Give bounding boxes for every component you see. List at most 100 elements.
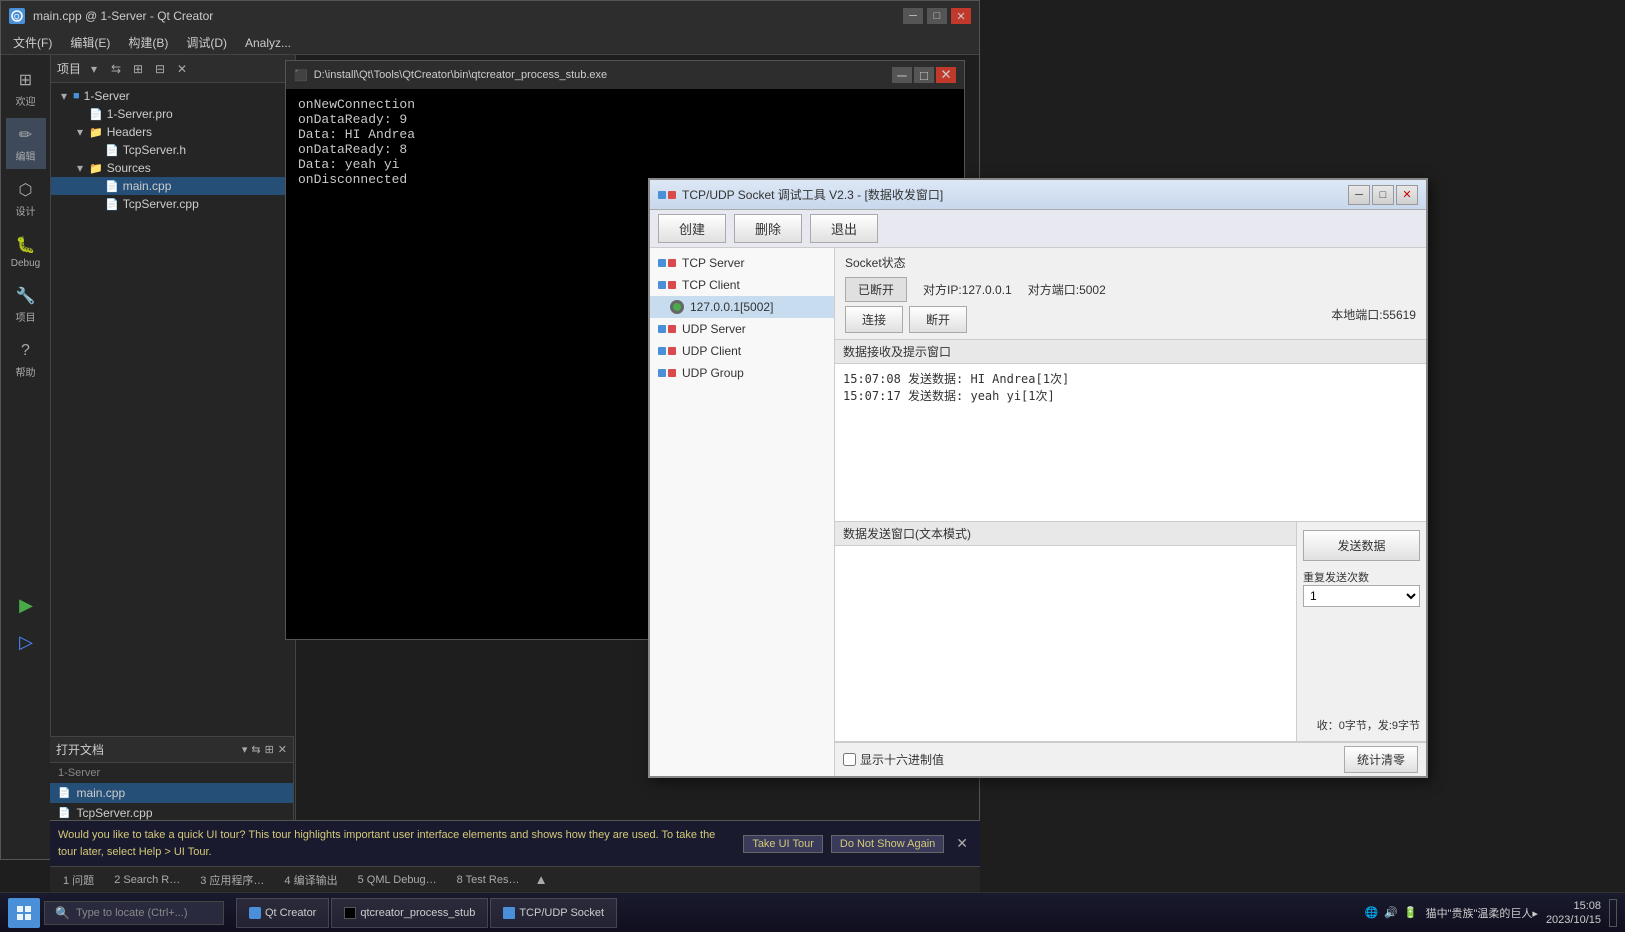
start-button[interactable] <box>8 898 40 928</box>
menu-build[interactable]: 构建(B) <box>120 32 176 53</box>
taskbar-right: 🌐 🔊 🔋 猫中"贵族"温柔的巨人▸ 15:08 2023/10/15 <box>1364 899 1617 927</box>
sidebar-item-debug[interactable]: 🐛 Debug <box>6 228 46 275</box>
sidebar-item-edit[interactable]: ✏ 编辑 <box>6 118 46 169</box>
sidebar-item-help[interactable]: ? 帮助 <box>6 334 46 385</box>
tcp-maximize-button[interactable]: □ <box>1372 185 1394 205</box>
clear-stats-button[interactable]: 统计清零 <box>1344 746 1418 773</box>
socket-status-panel: Socket状态 已断开 对方IP:127.0.0.1 对方端口:5002 连接… <box>835 248 1426 340</box>
socket-status-title: Socket状态 <box>845 254 1416 271</box>
sidebar-label-welcome: 欢迎 <box>16 93 36 108</box>
terminal-minimize[interactable]: ─ <box>892 67 912 83</box>
terminal-maximize[interactable]: □ <box>914 67 934 83</box>
taskbar-app-qt[interactable]: Qt Creator <box>236 898 329 928</box>
tab-issues[interactable]: 1 问题 <box>54 869 103 891</box>
data-send-textarea[interactable] <box>835 546 1296 741</box>
open-files-server-label: 1-Server <box>58 767 100 779</box>
no-show-button[interactable]: Do Not Show Again <box>831 835 944 853</box>
tcp-title-text: TCP/UDP Socket 调试工具 V2.3 - [数据收发窗口] <box>682 186 943 203</box>
maximize-button[interactable]: □ <box>927 8 947 24</box>
tree-item-server[interactable]: ▾ ■ 1-Server <box>51 87 295 105</box>
menu-file[interactable]: 文件(F) <box>5 32 60 53</box>
taskbar-tcp-label: TCP/UDP Socket <box>519 907 604 919</box>
open-files-group-label: 1-Server <box>50 763 293 783</box>
open-files-sync[interactable]: ⇆ <box>251 743 260 756</box>
ip-circle-icon <box>670 300 684 314</box>
open-files-close[interactable]: ✕ <box>278 743 287 756</box>
open-files-filter[interactable]: ▾ <box>242 743 248 756</box>
debug-run-button[interactable]: ▷ <box>6 626 46 659</box>
send-data-button[interactable]: 发送数据 <box>1303 530 1420 561</box>
sidebar-icons: ⊞ 欢迎 ✏ 编辑 ⬡ 设计 🐛 Debug 🔧 项目 ? 帮助 <box>1 55 51 859</box>
tree-item-maincpp[interactable]: 📄 main.cpp <box>51 177 295 195</box>
tcp-window: TCP/UDP Socket 调试工具 V2.3 - [数据收发窗口] ─ □ … <box>648 178 1428 778</box>
create-button[interactable]: 创建 <box>658 214 726 243</box>
connect-button[interactable]: 连接 <box>845 306 903 333</box>
tcp-title-buttons: ─ □ ✕ <box>1348 185 1418 205</box>
tcp-tree-udp-group[interactable]: UDP Group <box>650 362 834 384</box>
tour-close-button[interactable]: ✕ <box>952 835 972 852</box>
project-expand-button[interactable]: ⊞ <box>129 60 147 78</box>
project-collapse-button[interactable]: ⊟ <box>151 60 169 78</box>
sidebar-item-design[interactable]: ⬡ 设计 <box>6 173 46 224</box>
close-button[interactable]: ✕ <box>951 8 971 24</box>
tcp-tree-server[interactable]: TCP Server <box>650 252 834 274</box>
tree-item-sources[interactable]: ▾ 📁 Sources <box>51 159 295 177</box>
taskbar-search-box[interactable]: 🔍 Type to locate (Ctrl+...) <box>44 901 224 925</box>
repeat-select[interactable]: 1 2 5 10 <box>1303 585 1420 607</box>
taskbar-app-tcp[interactable]: TCP/UDP Socket <box>490 898 617 928</box>
taskbar-app-terminal[interactable]: qtcreator_process_stub <box>331 898 488 928</box>
terminal-titlebar: ⬛ D:\install\Qt\Tools\QtCreator\bin\qtcr… <box>286 61 964 89</box>
tab-compile[interactable]: 4 编译输出 <box>275 869 346 891</box>
folder-icon: 📁 <box>89 126 103 139</box>
tcp-tree-udp-client[interactable]: UDP Client <box>650 340 834 362</box>
menu-debug[interactable]: 调试(D) <box>178 32 235 53</box>
projects-icon: 🔧 <box>15 285 37 307</box>
tcp-tree-client[interactable]: TCP Client <box>650 274 834 296</box>
tcp-icon-1 <box>658 191 666 199</box>
menu-edit[interactable]: 编辑(E) <box>62 32 118 53</box>
menu-analyze[interactable]: Analyz... <box>237 34 299 52</box>
tcp-tree-udp-server[interactable]: UDP Server <box>650 318 834 340</box>
remote-ip-info: 对方IP:127.0.0.1 <box>923 281 1012 298</box>
show-desktop-button[interactable] <box>1609 899 1617 927</box>
tcp-close-button[interactable]: ✕ <box>1396 185 1418 205</box>
tree-label-server: 1-Server <box>84 89 130 103</box>
project-close-button[interactable]: ✕ <box>173 60 191 78</box>
hex-checkbox[interactable] <box>843 753 856 766</box>
open-file-maincpp[interactable]: 📄 main.cpp <box>50 783 293 803</box>
take-tour-button[interactable]: Take UI Tour <box>743 835 823 853</box>
tree-item-tcpserverh[interactable]: 📄 TcpServer.h <box>51 141 295 159</box>
open-files-expand[interactable]: ⊞ <box>265 743 274 756</box>
tab-app-output[interactable]: 3 应用程序… <box>191 869 273 891</box>
qt-taskbar-icon <box>249 907 261 919</box>
data-receive-content[interactable]: 15:07:08 发送数据: HI Andrea[1次] 15:07:17 发送… <box>835 364 1426 521</box>
tcp-title-icons <box>658 191 676 199</box>
data-send-header: 数据发送窗口(文本模式) <box>835 522 1296 546</box>
run-button[interactable]: ▶ <box>6 589 46 622</box>
project-filter-button[interactable]: ▾ <box>85 60 103 78</box>
repeat-section: 重复发送次数 1 2 5 10 <box>1303 569 1420 607</box>
minimize-button[interactable]: ─ <box>903 8 923 24</box>
client-icon-2 <box>668 281 676 289</box>
tree-item-tcpservercpp[interactable]: 📄 TcpServer.cpp <box>51 195 295 213</box>
socket-status-badge: 已断开 <box>845 277 907 302</box>
exit-button[interactable]: 退出 <box>810 214 878 243</box>
taskbar-qt-label: Qt Creator <box>265 907 316 919</box>
udp-g-icon-2 <box>668 369 676 377</box>
tcp-tree-ip[interactable]: 127.0.0.1[5002] <box>650 296 834 318</box>
tree-item-headers[interactable]: ▾ 📁 Headers <box>51 123 295 141</box>
file-label-tcpserver: TcpServer.cpp <box>76 806 152 820</box>
tree-item-pro[interactable]: 📄 1-Server.pro <box>51 105 295 123</box>
design-icon: ⬡ <box>15 179 37 201</box>
tab-search[interactable]: 2 Search R… <box>105 871 189 889</box>
project-sync-button[interactable]: ⇆ <box>107 60 125 78</box>
tabs-expand-button[interactable]: ▲ <box>534 872 547 887</box>
sidebar-item-projects[interactable]: 🔧 项目 <box>6 279 46 330</box>
sidebar-item-welcome[interactable]: ⊞ 欢迎 <box>6 63 46 114</box>
disconnect-button[interactable]: 断开 <box>909 306 967 333</box>
tab-qml-debug[interactable]: 5 QML Debug… <box>349 871 446 889</box>
tab-test-results[interactable]: 8 Test Res… <box>448 871 529 889</box>
terminal-close[interactable]: ✕ <box>936 67 956 83</box>
tcp-minimize-button[interactable]: ─ <box>1348 185 1370 205</box>
delete-button[interactable]: 删除 <box>734 214 802 243</box>
